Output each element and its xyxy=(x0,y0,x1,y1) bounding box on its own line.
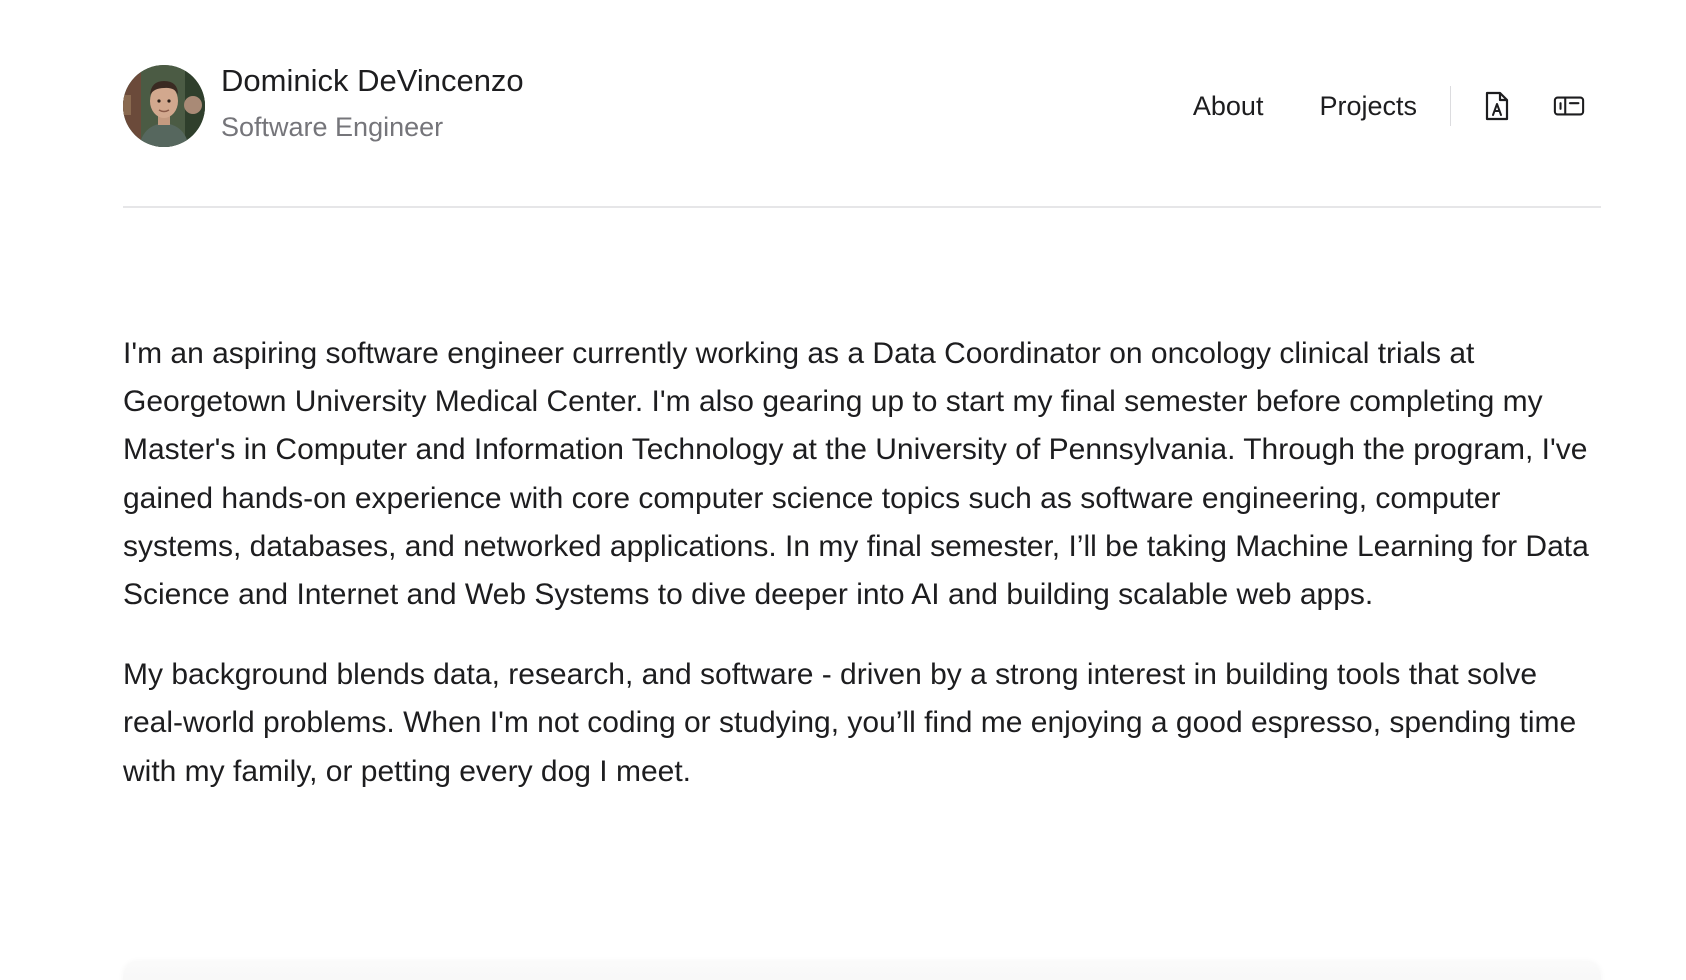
nav-divider xyxy=(1450,86,1451,126)
header-divider xyxy=(123,206,1601,208)
avatar-photo xyxy=(123,65,205,147)
site-owner-name: Dominick DeVincenzo xyxy=(221,63,524,98)
avatar xyxy=(123,65,205,147)
nav-link-about[interactable]: About xyxy=(1193,86,1264,126)
nav-link-projects[interactable]: Projects xyxy=(1319,86,1417,126)
id-card-icon[interactable] xyxy=(1553,88,1585,124)
page: Dominick DeVincenzo Software Engineer Ab… xyxy=(0,0,1686,980)
about-paragraph: I'm an aspiring software engineer curren… xyxy=(123,337,1589,612)
main-nav: About Projects xyxy=(1193,64,1585,148)
site-header: Dominick DeVincenzo Software Engineer Ab… xyxy=(123,63,1601,148)
profile[interactable]: Dominick DeVincenzo Software Engineer xyxy=(123,63,524,147)
resume-file-icon[interactable] xyxy=(1481,88,1513,124)
about-paragraph: My background blends data, research, and… xyxy=(123,658,1577,788)
site-owner-role: Software Engineer xyxy=(221,112,444,142)
about-section: I'm an aspiring software engineer curren… xyxy=(123,330,1601,796)
name-block: Dominick DeVincenzo Software Engineer xyxy=(221,63,524,145)
next-section-card xyxy=(123,962,1601,980)
